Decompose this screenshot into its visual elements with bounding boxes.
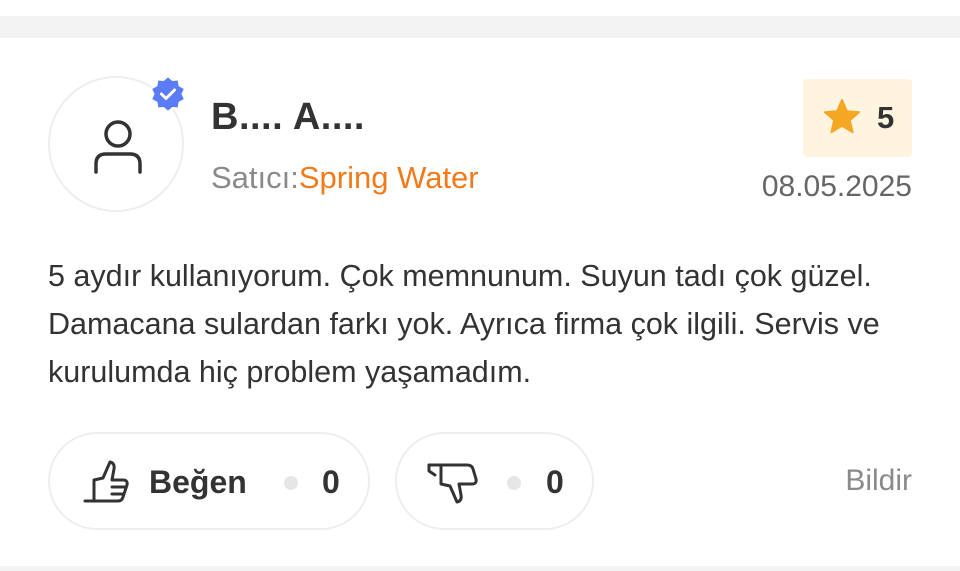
seller-label: Satıcı: xyxy=(211,160,299,195)
star-icon xyxy=(824,99,860,134)
dislike-button[interactable]: 0 xyxy=(395,432,594,530)
seller-link[interactable]: Spring Water xyxy=(299,160,479,195)
review-date: 08.05.2025 xyxy=(761,170,912,203)
like-label: Beğen xyxy=(149,464,247,500)
bottom-separator xyxy=(0,566,960,571)
report-link[interactable]: Bildir xyxy=(845,464,912,498)
top-separator xyxy=(0,0,960,38)
like-count: 0 xyxy=(322,464,340,500)
thumbs-up-icon xyxy=(83,460,129,503)
reviewer-name: B.... A.... xyxy=(211,96,365,138)
verified-badge-icon xyxy=(149,75,187,114)
rating-value: 5 xyxy=(877,100,895,135)
like-button[interactable]: Beğen 0 xyxy=(48,432,370,530)
thumbs-down-icon xyxy=(427,463,478,504)
separator-dot xyxy=(507,476,521,490)
rating-badge: 5 xyxy=(803,79,912,157)
seller-info: Satıcı:Spring Water xyxy=(211,160,479,196)
review-comment: 5 aydır kullanıyorum. Çok memnunum. Suyu… xyxy=(48,259,880,389)
user-icon xyxy=(94,120,142,174)
dislike-count: 0 xyxy=(546,464,564,500)
separator-dot xyxy=(284,476,298,490)
